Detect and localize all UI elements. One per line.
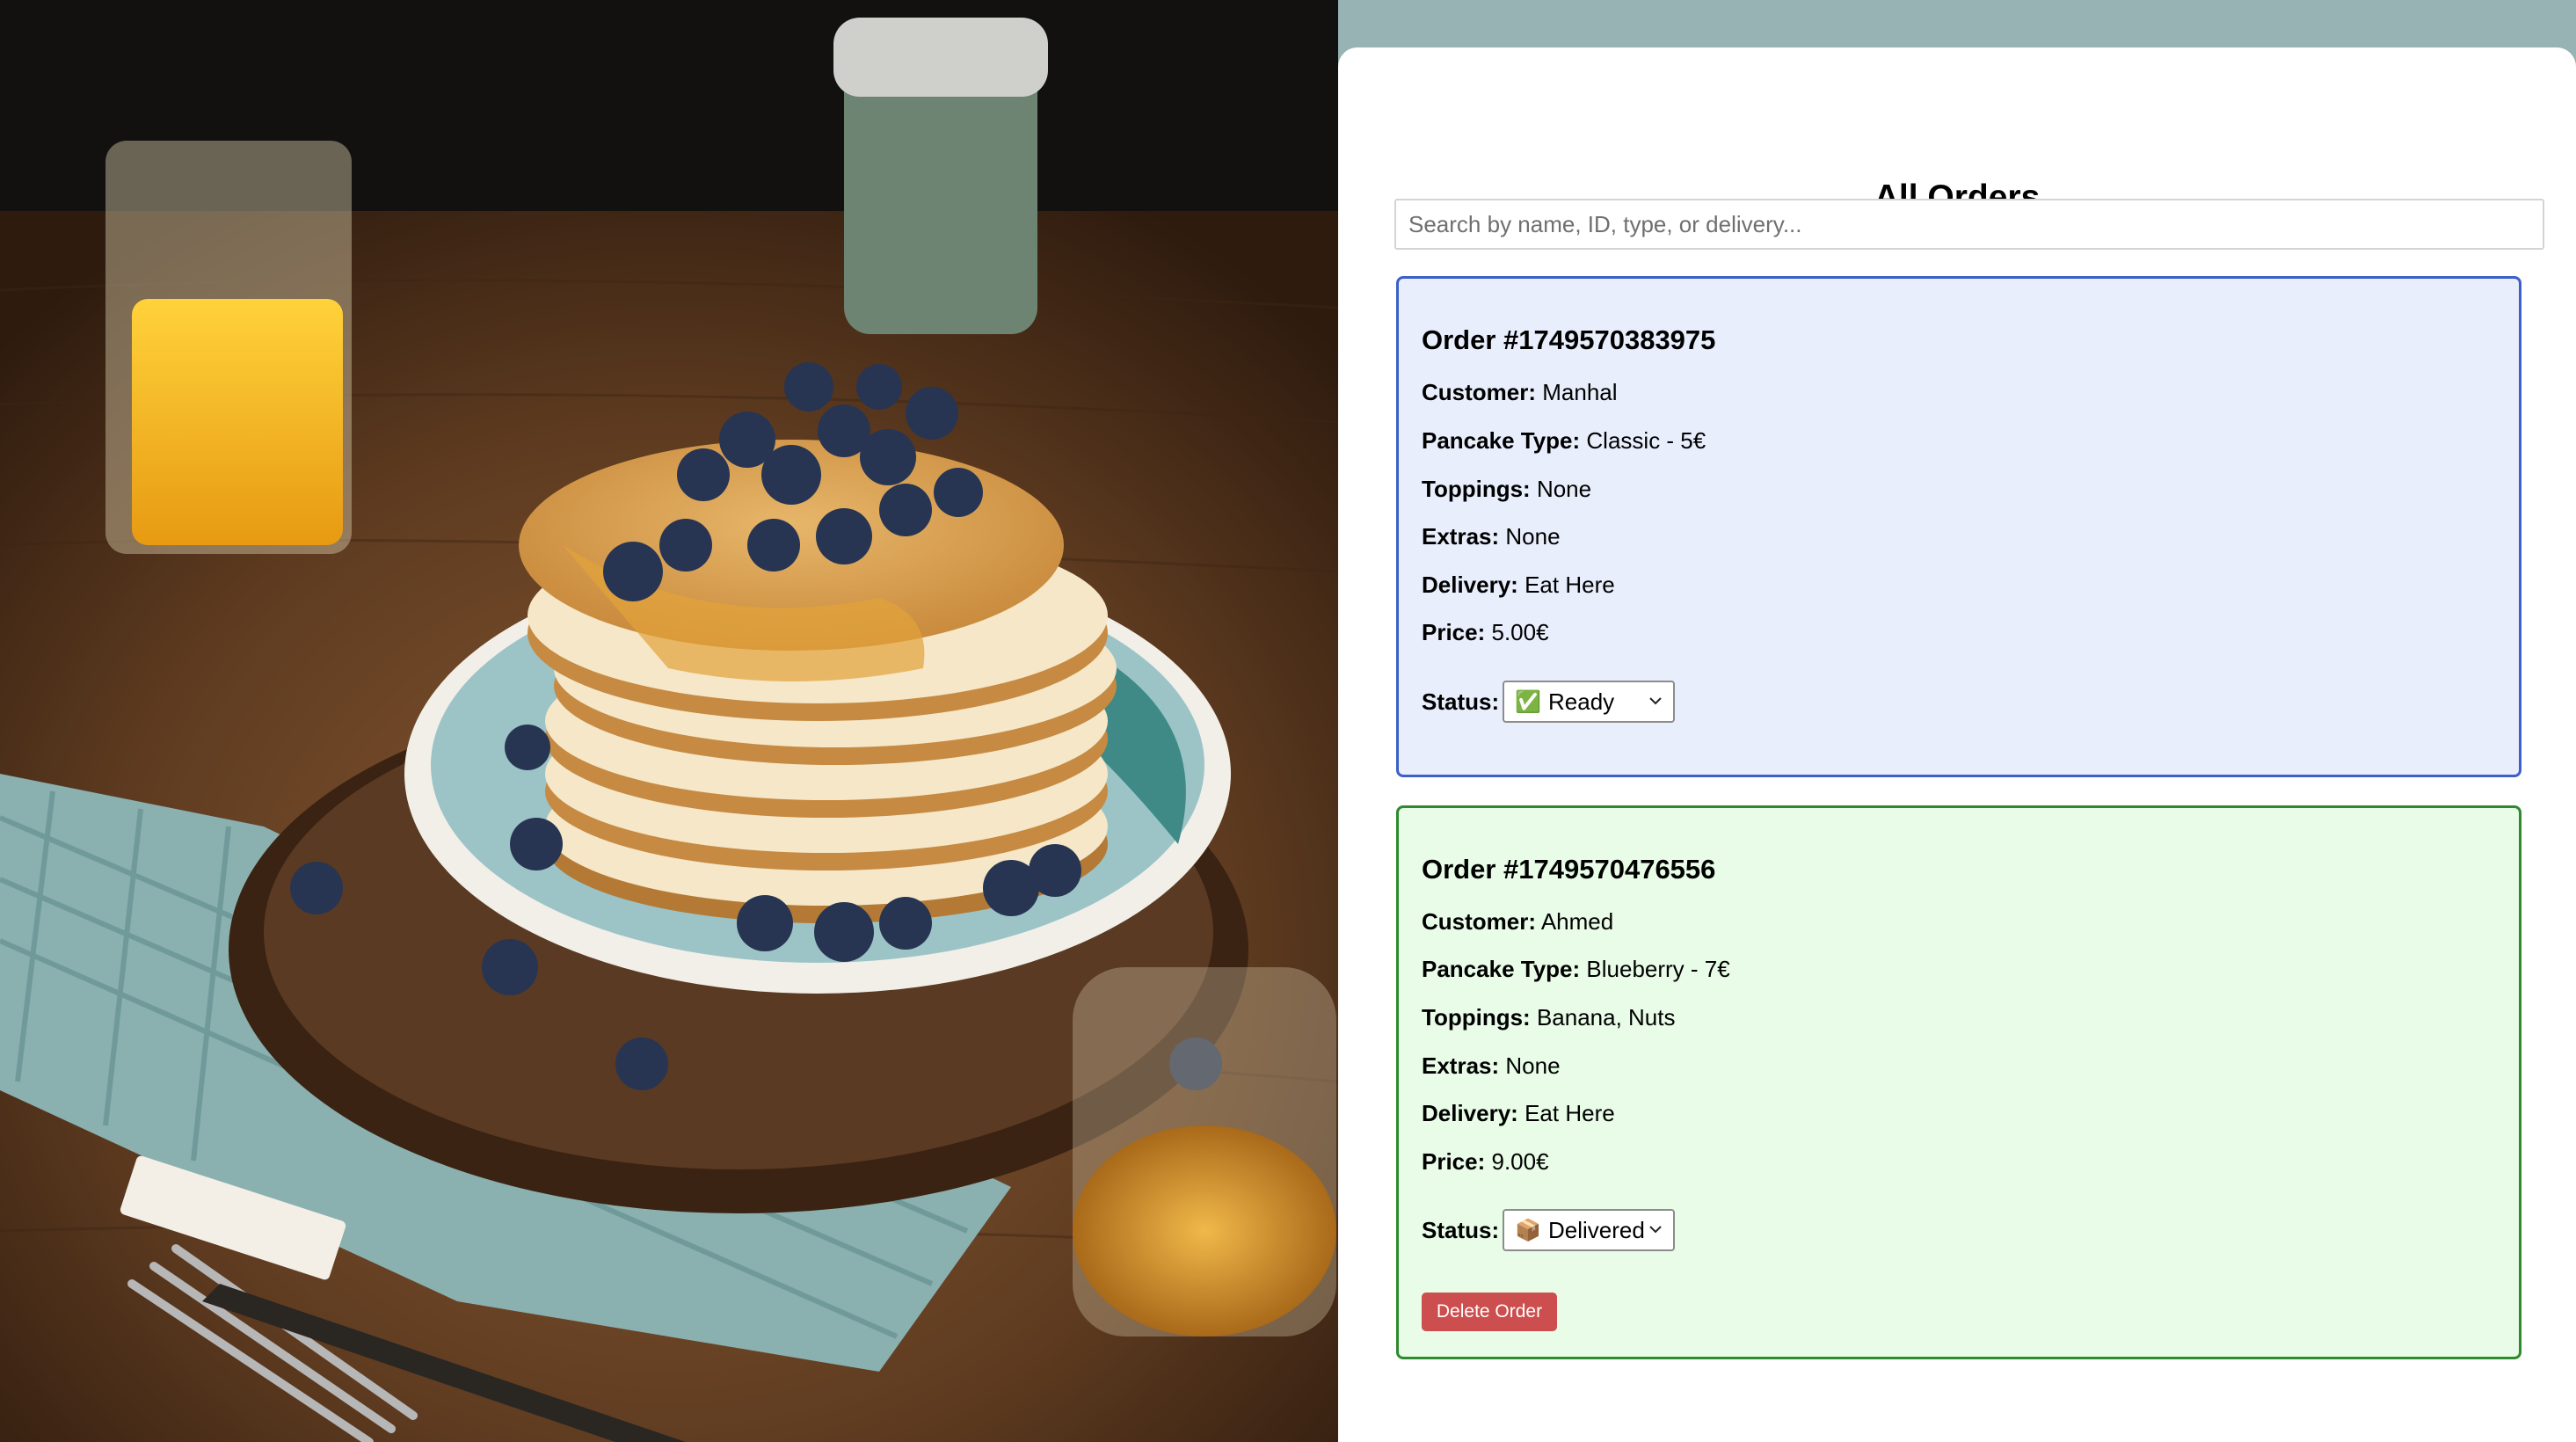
order-card: Order #1749570383975 Customer: Manhal Pa… xyxy=(1396,276,2521,777)
pancake-type-label: Pancake Type: xyxy=(1422,956,1581,982)
extras-value: None xyxy=(1505,523,1561,550)
status-label: Status: xyxy=(1422,1216,1500,1243)
toppings-field: Toppings: Banana, Nuts xyxy=(1422,1004,1676,1031)
delete-order-button[interactable]: Delete Order xyxy=(1422,1293,1557,1331)
status-select[interactable]: 📦 Delivered xyxy=(1503,1209,1676,1251)
price-label: Price: xyxy=(1422,619,1486,645)
price-value: 9.00€ xyxy=(1491,1148,1549,1175)
pancake-type-field: Pancake Type: Classic - 5€ xyxy=(1422,427,1706,455)
pancake-type-label: Pancake Type: xyxy=(1422,427,1581,454)
customer-field: Customer: Manhal xyxy=(1422,379,1618,406)
delivery-label: Delivery: xyxy=(1422,1100,1518,1126)
price-label: Price: xyxy=(1422,1148,1486,1175)
delivery-value: Eat Here xyxy=(1524,1100,1615,1126)
extras-label: Extras: xyxy=(1422,523,1500,550)
delivery-field: Delivery: Eat Here xyxy=(1422,1100,1615,1127)
toppings-value: None xyxy=(1536,476,1592,502)
price-value: 5.00€ xyxy=(1491,619,1549,645)
pancake-type-value: Blueberry - 7€ xyxy=(1586,956,1730,982)
delivery-label: Delivery: xyxy=(1422,572,1518,598)
orders-panel: All Orders Order #1749570383975 Customer… xyxy=(1338,47,2576,1442)
toppings-value: Banana, Nuts xyxy=(1536,1004,1676,1031)
status-select[interactable]: ✅ Ready xyxy=(1503,681,1676,723)
pancake-type-field: Pancake Type: Blueberry - 7€ xyxy=(1422,956,1730,983)
extras-label: Extras: xyxy=(1422,1052,1500,1079)
status-value: Delivered xyxy=(1548,1216,1645,1243)
hero-image xyxy=(0,0,1338,1442)
chevron-down-icon xyxy=(1649,697,1662,705)
toppings-label: Toppings: xyxy=(1422,476,1531,502)
delivery-field: Delivery: Eat Here xyxy=(1422,572,1615,599)
pancake-type-value: Classic - 5€ xyxy=(1586,427,1706,454)
status-label: Status: xyxy=(1422,688,1500,715)
delivery-value: Eat Here xyxy=(1524,572,1615,598)
order-heading: Order #1749570383975 xyxy=(1422,324,1716,355)
extras-field: Extras: None xyxy=(1422,1052,1561,1080)
status-row: Status: 📦 Delivered xyxy=(1422,1209,1676,1251)
extras-value: None xyxy=(1505,1052,1561,1079)
price-field: Price: 5.00€ xyxy=(1422,619,1549,646)
customer-label: Customer: xyxy=(1422,379,1537,405)
customer-field: Customer: Ahmed xyxy=(1422,908,1613,936)
chevron-down-icon xyxy=(1649,1226,1662,1234)
price-field: Price: 9.00€ xyxy=(1422,1148,1549,1176)
status-row: Status: ✅ Ready xyxy=(1422,681,1676,723)
order-card: Order #1749570476556 Customer: Ahmed Pan… xyxy=(1396,805,2521,1359)
customer-value: Manhal xyxy=(1542,379,1618,405)
search-input[interactable] xyxy=(1394,199,2544,250)
status-value: Ready xyxy=(1548,688,1615,715)
customer-label: Customer: xyxy=(1422,908,1537,935)
toppings-label: Toppings: xyxy=(1422,1004,1531,1031)
check-icon: ✅ xyxy=(1515,689,1542,714)
order-heading: Order #1749570476556 xyxy=(1422,854,1716,885)
customer-value: Ahmed xyxy=(1540,908,1614,935)
extras-field: Extras: None xyxy=(1422,523,1561,550)
toppings-field: Toppings: None xyxy=(1422,476,1591,503)
package-icon: 📦 xyxy=(1515,1218,1542,1242)
